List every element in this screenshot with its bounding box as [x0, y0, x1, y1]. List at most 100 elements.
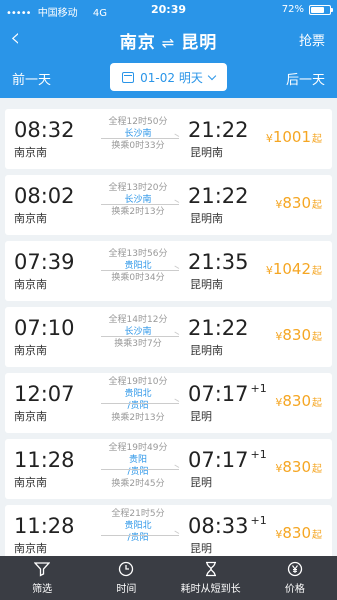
train-card[interactable]: 07:39 南京南 全程13时56分 贵阳北 换乘0时34分 21:35 昆明南 ¥1042起: [5, 241, 332, 301]
tab-price-label: 价格: [284, 584, 305, 595]
arrival-station: 昆明南: [190, 344, 223, 357]
arrow-right-icon: [101, 138, 179, 139]
total-duration: 全程21时5分: [111, 509, 165, 519]
tab-duration-sort[interactable]: 耗时从短到长: [169, 556, 253, 600]
status-bar: ••••• 中国移动 4G 20:39 72%: [0, 0, 337, 20]
arrival-station: 昆明南: [190, 212, 223, 225]
departure-time: 08:02: [14, 184, 75, 208]
price: ¥830起: [275, 392, 322, 410]
arrival-time: 08:33 +1: [188, 514, 267, 538]
train-card[interactable]: 12:07 南京南 全程19时10分 贵阳北/贵阳 换乘2时13分 07:17 +1 昆明 ¥8…: [5, 373, 332, 433]
prev-day-button[interactable]: 前一天: [12, 69, 51, 88]
total-duration: 全程19时10分: [108, 377, 168, 387]
price: ¥830起: [275, 458, 322, 476]
transfer-info: 全程19时49分 贵阳/贵阳 换乘2时45分: [93, 442, 183, 490]
transfer-wait: 换乘2时13分: [111, 413, 165, 423]
price: ¥830起: [275, 326, 322, 344]
transfer-info: 全程21时5分 贵阳北/贵阳: [93, 508, 183, 544]
next-day-marker: +1: [250, 382, 267, 395]
transfer-wait: 换乘2时13分: [111, 207, 165, 217]
arrival-station: 昆明: [190, 476, 212, 489]
price: ¥1001起: [265, 128, 322, 146]
train-card[interactable]: 08:02 南京南 全程13时20分 长沙南 换乘2时13分 21:22 昆明南 ¥830起: [5, 175, 332, 235]
next-day-button[interactable]: 后一天: [286, 69, 325, 88]
transfer-info: 全程14时12分 长沙南 换乘3时7分: [93, 314, 183, 350]
arrow-right-icon: [101, 469, 179, 470]
train-card[interactable]: 07:10 南京南 全程14时12分 长沙南 换乘3时7分 21:22 昆明南 ¥830起: [5, 307, 332, 367]
transfer-info: 全程12时50分 长沙南 换乘0时33分: [93, 116, 183, 152]
total-duration: 全程19时49分: [108, 443, 168, 453]
from-city: 南京: [119, 33, 156, 53]
arrival-station: 昆明南: [190, 146, 223, 159]
train-card[interactable]: 11:28 南京南 全程21时5分 贵阳北/贵阳 08:33 +1 昆明 ¥830起: [5, 505, 332, 556]
departure-time: 11:28: [14, 514, 75, 538]
clock-icon: [119, 561, 134, 577]
battery-icon: [309, 4, 333, 15]
bottom-tab-bar: 筛选 时间 耗时从短到长 价格: [0, 556, 337, 600]
train-card[interactable]: 08:32 南京南 全程12时50分 长沙南 换乘0时33分 21:22 昆明南 ¥1001起: [5, 109, 332, 169]
transfer-wait: 换乘3时7分: [114, 339, 162, 349]
departure-time: 08:32: [14, 118, 75, 142]
tab-duration-sort-label: 耗时从短到长: [180, 584, 241, 595]
swap-icon[interactable]: ⇌: [162, 34, 176, 52]
departure-station: 南京南: [14, 146, 47, 159]
total-duration: 全程12时50分: [108, 117, 168, 127]
calendar-icon: [122, 71, 135, 83]
arrival-station: 昆明南: [190, 278, 223, 291]
tab-filter[interactable]: 筛选: [0, 556, 84, 600]
departure-time: 07:10: [14, 316, 75, 340]
transfer-station: 贵阳北: [124, 521, 152, 531]
transfer-station-alt: /贵阳: [127, 401, 149, 411]
arrival-time: 07:17 +1: [188, 448, 267, 472]
filter-icon: [34, 562, 51, 577]
tab-time[interactable]: 时间: [84, 556, 168, 600]
yuan-icon: [287, 561, 303, 577]
price: ¥830起: [275, 194, 322, 212]
transfer-wait: 换乘0时34分: [111, 273, 165, 283]
arrow-right-icon: [101, 535, 179, 536]
next-day-marker: +1: [250, 514, 267, 527]
departure-station: 南京南: [14, 278, 47, 291]
departure-time: 11:28: [14, 448, 75, 472]
next-day-marker: +1: [250, 448, 267, 461]
departure-station: 南京南: [14, 476, 47, 489]
transfer-station: 贵阳北: [124, 389, 152, 399]
hourglass-icon: [205, 561, 216, 577]
battery-percent: 72%: [281, 4, 304, 15]
departure-station: 南京南: [14, 212, 47, 225]
tab-time-label: 时间: [116, 584, 137, 595]
departure-time: 12:07: [14, 382, 75, 406]
train-list: 08:32 南京南 全程12时50分 长沙南 换乘0时33分 21:22 昆明南 ¥1001起…: [0, 98, 337, 556]
transfer-station-alt: /贵阳: [127, 533, 149, 543]
tab-filter-label: 筛选: [32, 584, 53, 595]
transfer-info: 全程19时10分 贵阳北/贵阳换乘2时13分: [93, 376, 183, 424]
selected-date: 01-02 明天: [140, 70, 203, 85]
total-duration: 全程13时56分: [108, 249, 168, 259]
arrow-right-icon: [101, 336, 179, 337]
price: ¥830起: [275, 524, 322, 542]
transfer-info: 全程13时20分 长沙南 换乘2时13分: [93, 182, 183, 218]
transfer-station: 贵阳: [128, 455, 147, 465]
total-duration: 全程13时20分: [108, 183, 168, 193]
arrival-time: 07:17 +1: [188, 382, 267, 406]
arrival-time: 21:22: [188, 316, 249, 340]
arrow-right-icon: [101, 403, 179, 404]
tab-price[interactable]: 价格: [253, 556, 337, 600]
train-card[interactable]: 11:28 南京南 全程19时49分 贵阳/贵阳 换乘2时45分 07:17 +1 昆明 ¥83…: [5, 439, 332, 499]
arrow-right-icon: [101, 204, 179, 205]
total-duration: 全程14时12分: [108, 315, 168, 325]
departure-station: 南京南: [14, 344, 47, 357]
transfer-info: 全程13时56分 贵阳北 换乘0时34分: [93, 248, 183, 284]
price: ¥1042起: [265, 260, 322, 278]
date-picker[interactable]: 01-02 明天: [110, 63, 227, 91]
arrival-time: 21:22: [188, 184, 249, 208]
date-bar: 前一天 01-02 明天 后一天: [0, 58, 337, 98]
arrow-right-icon: [101, 270, 179, 271]
grab-ticket-button[interactable]: 抢票: [299, 30, 325, 49]
arrival-station: 昆明: [190, 542, 212, 555]
departure-time: 07:39: [14, 250, 75, 274]
departure-station: 南京南: [14, 542, 47, 555]
transfer-wait: 换乘0时33分: [111, 141, 165, 151]
transfer-station-alt: /贵阳: [127, 467, 149, 477]
arrival-time: 21:22: [188, 118, 249, 142]
